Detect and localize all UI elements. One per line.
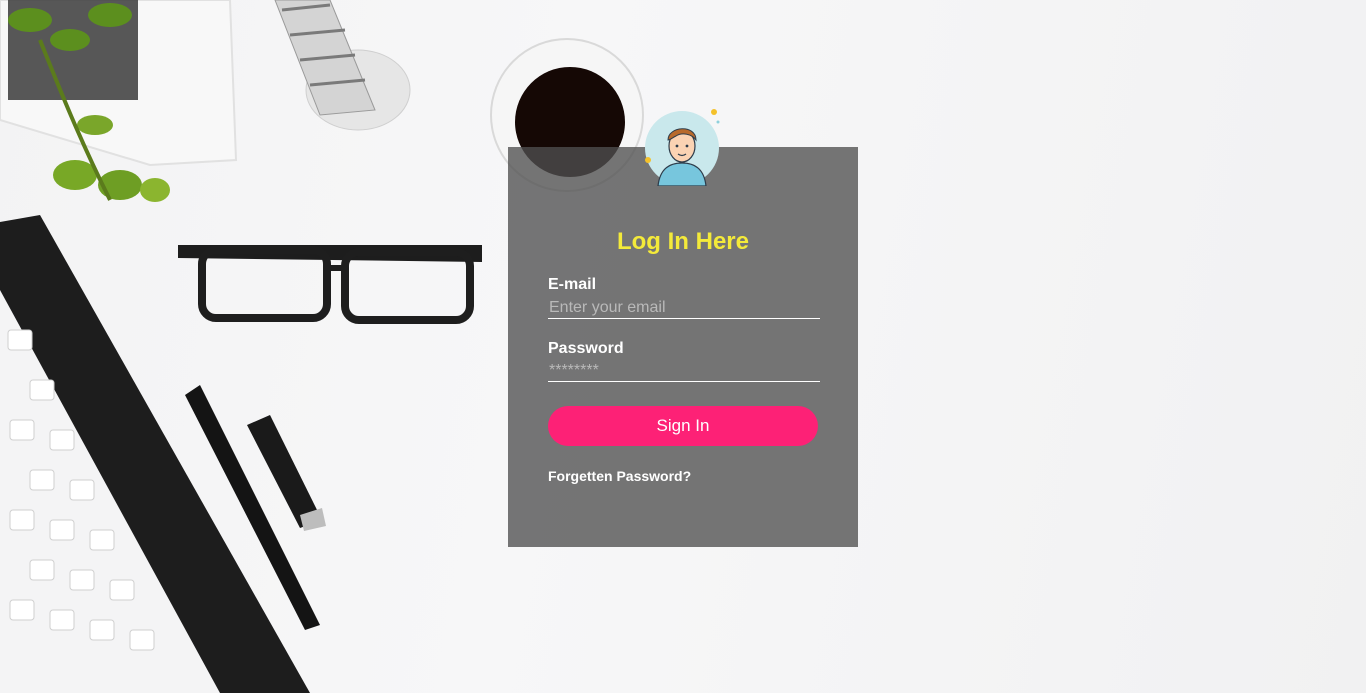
sign-in-button[interactable]: Sign In (548, 406, 818, 446)
email-field[interactable] (548, 297, 820, 319)
password-field[interactable] (548, 360, 820, 382)
email-label: E-mail (548, 276, 597, 293)
user-avatar-icon (644, 108, 722, 187)
login-title: Log In Here (616, 228, 749, 255)
password-label: Password (548, 340, 624, 357)
forgot-password-link[interactable]: Forgetten Password? (548, 468, 691, 484)
